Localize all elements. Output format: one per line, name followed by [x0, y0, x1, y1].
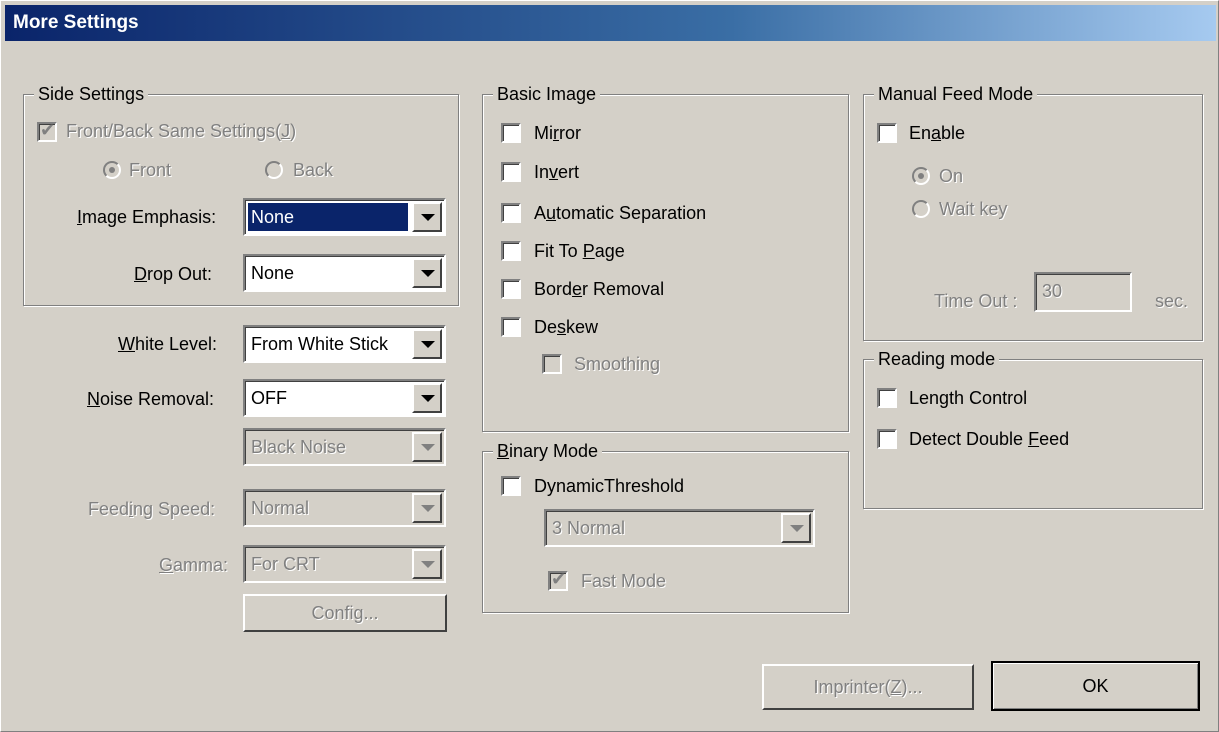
black-noise-value: Black Noise	[251, 437, 347, 457]
on-label: On	[939, 166, 964, 186]
noise-removal-select[interactable]: OFF	[243, 379, 446, 417]
side-settings-title: Side Settings	[34, 83, 149, 105]
white-level-label: White Level:	[118, 334, 218, 354]
back-label: Back	[293, 160, 334, 180]
basic-image-group: Basic Image	[482, 83, 849, 432]
front-label: Front	[129, 160, 172, 180]
gamma-label: Gamma:	[159, 555, 229, 575]
drop-out-value: None	[251, 263, 295, 283]
manual-feed-enable-label: Enable	[909, 123, 966, 143]
image-emphasis-label: Image Emphasis:	[77, 207, 217, 227]
config-button[interactable]: Config...	[243, 594, 447, 632]
noise-removal-value: OFF	[251, 388, 287, 408]
border-removal-label: Border Removal	[534, 279, 665, 299]
same-settings-label: Front/Back Same Settings(J)	[66, 121, 297, 141]
timeout-input[interactable]: 30	[1034, 272, 1132, 312]
white-level-value: From White Stick	[251, 334, 389, 354]
manual-feed-enable-checkbox[interactable]	[877, 123, 897, 143]
chevron-down-icon	[421, 505, 435, 512]
fast-mode-checkbox[interactable]: ✔	[548, 569, 568, 591]
mirror-label: Mirror	[534, 123, 581, 143]
wait-key-label: Wait key	[939, 199, 1008, 219]
mirror-checkbox[interactable]	[501, 123, 521, 143]
timeout-label: Time Out :	[934, 291, 1018, 311]
check-mark-icon: ✔	[40, 120, 56, 140]
drop-out-dropdown-button[interactable]	[412, 258, 442, 288]
fit-to-page-label: Fit To Page	[534, 241, 625, 261]
white-level-dropdown-button[interactable]	[412, 329, 442, 359]
deskew-label: Deskew	[534, 317, 599, 337]
binary-mode-title: Binary Mode	[493, 440, 603, 462]
chevron-down-icon	[421, 444, 435, 451]
white-level-select[interactable]: From White Stick	[243, 325, 446, 363]
front-radio[interactable]	[103, 161, 121, 179]
drop-out-label: Drop Out:	[134, 264, 213, 284]
window-title: More Settings	[13, 12, 139, 33]
invert-label: Invert	[534, 162, 580, 182]
feeding-speed-value: Normal	[251, 498, 310, 518]
image-emphasis-select[interactable]: None	[243, 198, 446, 236]
fast-mode-label: Fast Mode	[581, 571, 667, 591]
same-settings-checkbox[interactable]: ✔	[37, 120, 57, 142]
automatic-separation-checkbox[interactable]	[501, 203, 521, 223]
title-bar: More Settings	[5, 5, 1216, 41]
chevron-down-icon	[421, 341, 435, 348]
black-noise-select[interactable]: Black Noise	[243, 428, 446, 466]
border-removal-checkbox[interactable]	[501, 279, 521, 299]
chevron-down-icon	[421, 395, 435, 402]
chevron-down-icon	[421, 561, 435, 568]
basic-image-title: Basic Image	[493, 83, 601, 105]
invert-checkbox[interactable]	[501, 162, 521, 182]
imprinter-button[interactable]: Imprinter(Z)...	[762, 664, 974, 710]
noise-removal-label: Noise Removal:	[87, 389, 215, 409]
back-radio[interactable]	[265, 161, 283, 179]
black-noise-dropdown-button[interactable]	[412, 432, 442, 462]
smoothing-checkbox[interactable]	[542, 354, 562, 374]
length-control-label: Length Control	[909, 388, 1028, 408]
radio-dot-icon	[109, 167, 115, 173]
noise-removal-dropdown-button[interactable]	[412, 383, 442, 413]
on-radio[interactable]	[912, 167, 930, 185]
fit-to-page-checkbox[interactable]	[501, 241, 521, 261]
wait-key-radio[interactable]	[912, 200, 930, 218]
dynamic-threshold-checkbox[interactable]	[501, 476, 521, 496]
image-emphasis-value: None	[248, 203, 408, 231]
threshold-select[interactable]: 3 Normal	[544, 509, 815, 547]
automatic-separation-label: Automatic Separation	[534, 203, 707, 223]
gamma-dropdown-button[interactable]	[412, 549, 442, 579]
image-emphasis-dropdown-button[interactable]	[412, 202, 442, 232]
chevron-down-icon	[421, 270, 435, 277]
reading-mode-title: Reading mode	[874, 348, 1000, 370]
radio-dot-icon	[918, 173, 924, 179]
more-settings-dialog: More Settings Side Settings ✔ Front/Back…	[0, 0, 1219, 732]
manual-feed-title: Manual Feed Mode	[874, 83, 1038, 105]
feeding-speed-label: Feeding Speed:	[88, 499, 216, 519]
ok-button[interactable]: OK	[991, 661, 1200, 711]
drop-out-select[interactable]: None	[243, 254, 446, 292]
dynamic-threshold-label: DynamicThreshold	[534, 476, 685, 496]
timeout-unit: sec.	[1155, 291, 1189, 311]
chevron-down-icon	[421, 214, 435, 221]
feeding-speed-dropdown-button[interactable]	[412, 493, 442, 523]
length-control-checkbox[interactable]	[877, 388, 897, 408]
check-mark-icon: ✔	[551, 569, 567, 589]
detect-double-feed-label: Detect Double Feed	[909, 429, 1070, 449]
detect-double-feed-checkbox[interactable]	[877, 429, 897, 449]
gamma-select[interactable]: For CRT	[243, 545, 446, 583]
smoothing-label: Smoothing	[574, 354, 661, 374]
threshold-value: 3 Normal	[552, 518, 626, 538]
threshold-dropdown-button[interactable]	[781, 513, 811, 543]
chevron-down-icon	[790, 525, 804, 532]
deskew-checkbox[interactable]	[501, 317, 521, 337]
gamma-value: For CRT	[251, 554, 320, 574]
feeding-speed-select[interactable]: Normal	[243, 489, 446, 527]
